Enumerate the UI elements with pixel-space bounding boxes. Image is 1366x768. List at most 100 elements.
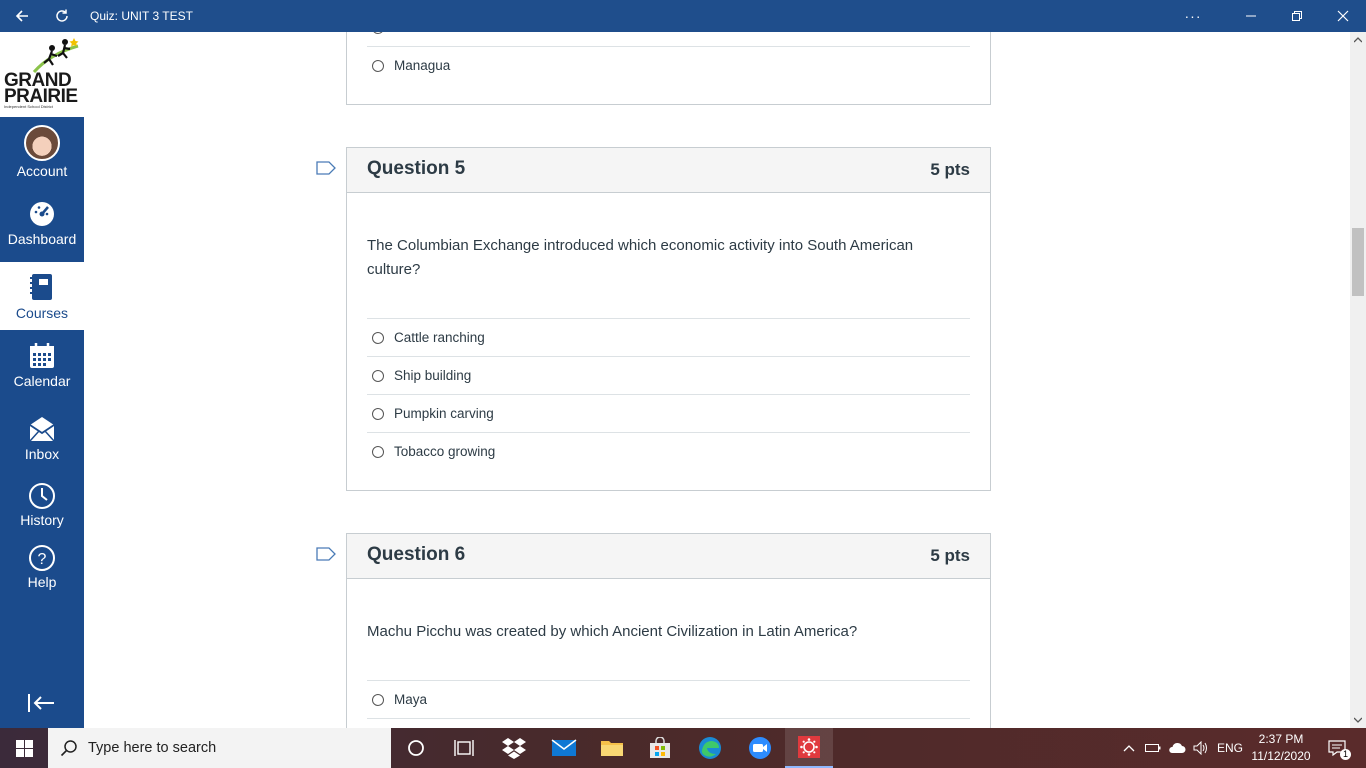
dropbox-taskbar-button[interactable]	[490, 728, 538, 768]
nav-label-help: Help	[27, 574, 57, 590]
answer-label: Tobacco growing	[394, 444, 496, 459]
question-points: 5 pts	[930, 546, 970, 565]
nav-item-dashboard[interactable]: Dashboard	[0, 192, 84, 258]
store-taskbar-button[interactable]	[636, 728, 684, 768]
answer-option[interactable]: Managua	[367, 46, 970, 84]
answer-label: Maya	[394, 692, 428, 707]
minimize-icon	[1246, 15, 1256, 17]
scroll-down-arrow-icon	[1354, 717, 1362, 723]
answer-option[interactable]: Pumpkin carving	[367, 394, 970, 432]
answer-option-next	[367, 718, 970, 728]
close-button[interactable]	[1320, 0, 1366, 32]
question-card: Question 5 5 pts The Columbian Exchange …	[346, 147, 991, 491]
chevron-up-icon	[1123, 745, 1135, 752]
answer-radio[interactable]	[372, 407, 384, 420]
restore-icon	[1292, 11, 1302, 21]
answer-radio[interactable]	[372, 693, 384, 706]
logo-tagline: Independent School District	[4, 104, 53, 109]
search-icon	[60, 740, 77, 757]
refresh-button[interactable]	[42, 0, 82, 32]
answer-label: Managua	[394, 58, 451, 73]
taskbar-search-box[interactable]: Type here to search	[48, 728, 391, 768]
file-explorer-button[interactable]	[588, 728, 636, 768]
nav-item-inbox[interactable]: Inbox	[0, 404, 84, 472]
avatar	[24, 125, 60, 161]
radio-partial[interactable]	[372, 32, 384, 34]
cloud-icon	[1169, 742, 1186, 753]
collapse-arrow-icon	[28, 694, 54, 712]
answer-radio[interactable]	[372, 445, 384, 458]
store-bag-icon	[650, 737, 670, 758]
collapse-nav-button[interactable]	[26, 691, 58, 715]
edge-taskbar-button[interactable]	[686, 728, 734, 768]
answer-option[interactable]: Ship building	[367, 356, 970, 394]
show-hidden-icons-button[interactable]	[1118, 728, 1140, 768]
action-center-button[interactable]: 1	[1322, 728, 1352, 768]
dashboard-icon	[30, 202, 54, 226]
nav-item-calendar[interactable]: Calendar	[0, 334, 84, 400]
clock-date: 11/12/2020	[1251, 749, 1311, 763]
app-taskbar-button-active[interactable]	[785, 728, 833, 768]
scroll-up-arrow-icon	[1354, 37, 1362, 43]
taskbar-clock[interactable]: 2:37 PM 11/12/2020	[1244, 731, 1318, 765]
answer-radio[interactable]	[372, 59, 384, 72]
battery-status[interactable]	[1142, 728, 1164, 768]
back-button[interactable]	[2, 0, 42, 32]
answer-list: Maya	[367, 680, 970, 728]
mail-taskbar-button[interactable]	[540, 728, 588, 768]
help-question-icon: ?	[29, 545, 55, 571]
nav-label-account: Account	[16, 163, 68, 179]
cortana-button[interactable]	[392, 728, 440, 768]
question-title: Question 5	[367, 158, 466, 179]
input-language[interactable]: ENG	[1214, 728, 1246, 768]
more-options-button[interactable]: ···	[1170, 0, 1216, 32]
answer-radio[interactable]	[372, 369, 384, 382]
browser-title-bar: Quiz: UNIT 3 TEST ···	[0, 0, 1366, 32]
answer-label: Cattle ranching	[394, 330, 485, 345]
calendar-icon	[30, 343, 54, 368]
flag-question-icon[interactable]	[316, 547, 336, 561]
nav-item-account[interactable]: Account	[0, 120, 84, 184]
scroll-down-button[interactable]	[1350, 712, 1366, 728]
question-text: The Columbian Exchange introduced which …	[367, 237, 914, 278]
zoom-taskbar-button[interactable]	[736, 728, 784, 768]
windows-taskbar: Type here to search ENG 2:37 PM 11/12/20…	[0, 728, 1366, 768]
answer-option[interactable]: Cattle ranching	[367, 318, 970, 356]
speaker-icon	[1193, 741, 1207, 755]
onedrive-status[interactable]	[1166, 728, 1188, 768]
scroll-thumb[interactable]	[1352, 228, 1364, 296]
cortana-circle-icon	[408, 740, 424, 756]
vertical-scrollbar[interactable]	[1350, 32, 1366, 728]
start-button[interactable]	[0, 728, 48, 768]
history-clock-icon	[29, 483, 55, 509]
nav-item-history[interactable]: History	[0, 478, 84, 534]
restore-button[interactable]	[1274, 0, 1320, 32]
close-icon	[1337, 10, 1349, 22]
answer-list: Cattle ranching Ship building Pumpkin ca…	[367, 318, 970, 470]
answer-option[interactable]: Maya	[367, 680, 970, 718]
answer-label: Pumpkin carving	[394, 406, 494, 421]
task-view-button[interactable]	[440, 728, 488, 768]
nav-label-dashboard: Dashboard	[7, 231, 77, 247]
nav-label-calendar: Calendar	[13, 373, 71, 389]
question-header: Question 5 5 pts	[347, 148, 990, 193]
answer-radio[interactable]	[372, 331, 384, 344]
school-logo[interactable]: GRAND PRAIRIE Independent School Distric…	[0, 32, 84, 117]
task-view-icon	[454, 740, 474, 756]
windows-logo-icon	[15, 739, 33, 757]
dropbox-icon	[502, 738, 526, 759]
refresh-icon	[56, 9, 68, 22]
minimize-button[interactable]	[1228, 0, 1274, 32]
scroll-up-button[interactable]	[1350, 32, 1366, 48]
nav-item-help[interactable]: ? Help	[0, 540, 84, 596]
flag-question-icon[interactable]	[316, 161, 336, 175]
courses-icon	[30, 274, 52, 300]
answer-label: Ship building	[394, 368, 472, 383]
zoom-camera-icon	[749, 737, 771, 759]
mail-icon	[551, 739, 577, 756]
nav-label-inbox: Inbox	[24, 446, 60, 462]
answer-option[interactable]: Tobacco growing	[367, 432, 970, 470]
answer-row-hidden	[367, 32, 970, 46]
volume-control[interactable]	[1190, 728, 1212, 768]
nav-item-courses[interactable]: Courses	[0, 262, 84, 330]
